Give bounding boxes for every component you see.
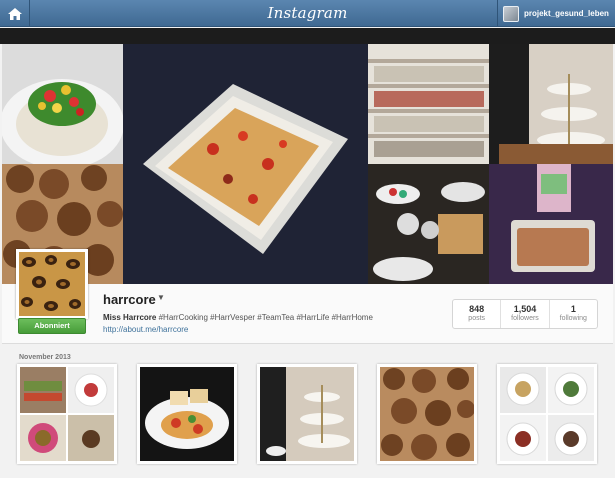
photo-tile[interactable] [368,44,489,164]
profile-website-link[interactable]: http://about.me/harrcore [103,325,188,334]
cover-photo-mosaic [2,44,613,286]
photo-tile[interactable] [123,44,368,286]
photo-tile[interactable] [489,44,613,164]
home-button[interactable] [0,0,30,27]
stat-followers[interactable]: 1,504 followers [501,300,550,328]
profile-full-name: Miss Harrcore [103,313,157,322]
profile-picture[interactable] [16,249,88,319]
current-username: projekt_gesund_leben [524,9,609,18]
photo-card[interactable] [377,364,477,464]
stat-value: 848 [469,304,485,314]
stat-label: posts [468,315,486,322]
header-strip [0,28,615,44]
photo-tile[interactable] [368,164,489,286]
profile-bio-tags: #HarrCooking #HarrVesper #TeamTea #HarrL… [158,313,373,322]
avatar [503,5,519,22]
photo-card[interactable] [137,364,237,464]
month-heading: November 2013 [19,354,71,361]
photo-tile[interactable] [489,164,613,286]
stat-label: followers [511,315,539,322]
stat-value: 1 [570,304,576,314]
follow-button[interactable]: Abonniert [18,318,86,334]
profile-username[interactable]: harrcore [103,292,156,307]
leopard-print-image [19,252,85,316]
profile-bio: Miss Harrcore #HarrCooking #HarrVesper #… [103,313,373,322]
photo-tile[interactable] [2,44,123,164]
top-navigation-bar: Instagram projekt_gesund_leben [0,0,615,27]
photo-card[interactable] [497,364,597,464]
photo-card[interactable] [17,364,117,464]
photo-card[interactable] [257,364,357,464]
profile-stats: 848 posts 1,504 followers 1 following [452,299,598,329]
chevron-down-icon[interactable]: ▼ [157,293,165,302]
stat-value: 1,504 [513,304,537,314]
user-menu[interactable]: projekt_gesund_leben [497,0,615,27]
stat-label: following [559,315,587,322]
home-icon [7,7,22,20]
stat-following[interactable]: 1 following [550,300,597,328]
stat-posts[interactable]: 848 posts [453,300,502,328]
